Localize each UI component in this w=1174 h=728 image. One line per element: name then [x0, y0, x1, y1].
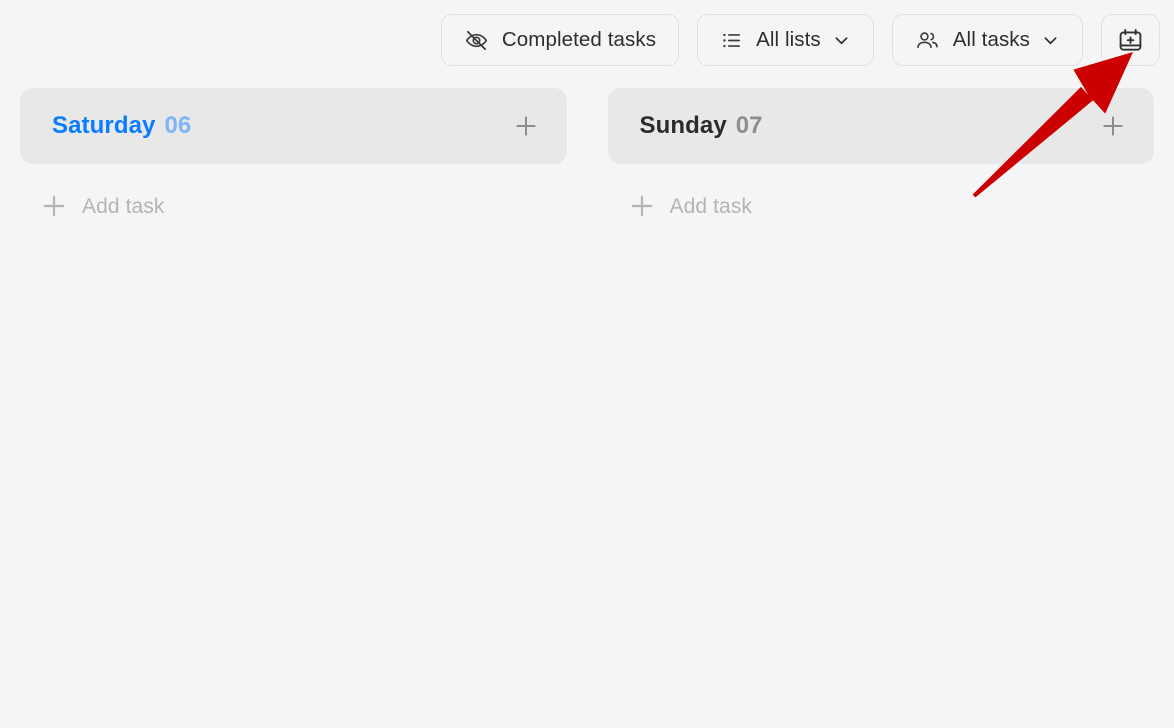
- add-task-label: Add task: [669, 194, 753, 218]
- list-icon: [720, 29, 743, 52]
- day-column-saturday: Saturday 06 Add task: [20, 88, 567, 728]
- day-header-sunday[interactable]: Sunday 07: [607, 88, 1154, 164]
- task-list-sunday: [608, 226, 1155, 728]
- day-weekday-label: Saturday: [52, 112, 156, 139]
- chevron-down-icon: [1041, 31, 1060, 50]
- add-task-row-sunday[interactable]: Add task: [608, 186, 1155, 226]
- day-weekday-label: Sunday: [639, 112, 727, 139]
- plus-icon: [626, 190, 658, 222]
- completed-tasks-button[interactable]: Completed tasks: [440, 14, 680, 66]
- plus-icon: [38, 190, 70, 222]
- day-number-label: 07: [735, 112, 763, 139]
- chevron-down-icon: [832, 31, 851, 50]
- add-calendar-event-button[interactable]: [1101, 14, 1160, 66]
- all-tasks-button[interactable]: All tasks: [891, 14, 1083, 66]
- add-task-label: Add task: [82, 194, 165, 218]
- add-task-row-saturday[interactable]: Add task: [20, 186, 567, 226]
- eye-off-icon: [464, 28, 489, 53]
- day-number-label: 06: [164, 112, 192, 139]
- calendar-plus-icon: [1117, 27, 1144, 54]
- all-lists-label: All lists: [756, 27, 821, 51]
- day-column-sunday: Sunday 07 Add task: [607, 88, 1155, 728]
- task-list-saturday: [20, 226, 567, 728]
- users-icon: [915, 28, 940, 53]
- add-task-header-plus-icon[interactable]: [1098, 111, 1128, 141]
- top-toolbar: Completed tasks All lists All tasks: [0, 14, 1160, 66]
- add-task-header-plus-icon[interactable]: [511, 111, 541, 141]
- all-lists-button[interactable]: All lists: [697, 14, 874, 66]
- completed-tasks-label: Completed tasks: [501, 27, 657, 51]
- day-board: Saturday 06 Add task Sunday 07 Add task: [20, 88, 1154, 728]
- all-tasks-label: All tasks: [952, 27, 1030, 51]
- day-header-saturday[interactable]: Saturday 06: [20, 88, 567, 164]
